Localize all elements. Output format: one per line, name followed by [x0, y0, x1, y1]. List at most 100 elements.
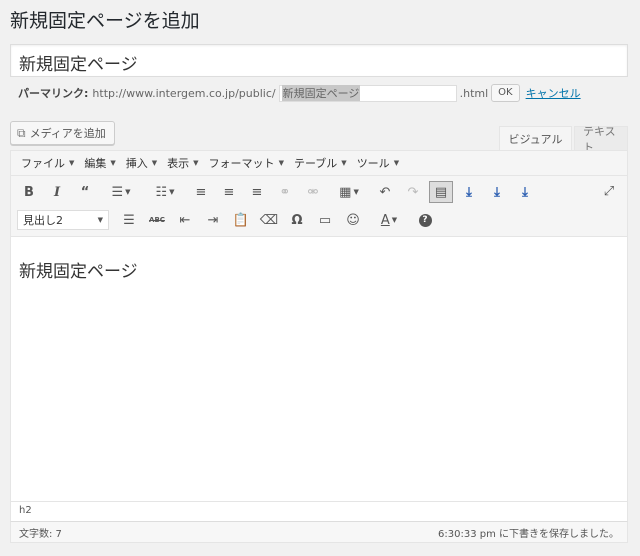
align-right-button[interactable]: ≡	[243, 179, 271, 205]
menu-view[interactable]: 表示 ▼	[162, 155, 203, 171]
tab-visual[interactable]: ビジュアル	[499, 126, 572, 150]
title-input[interactable]: 新規固定ページ	[10, 44, 628, 77]
align-center-icon: ≡	[223, 184, 235, 200]
chevron-down-icon: ▼	[193, 159, 199, 167]
blockquote-button[interactable]: “	[71, 179, 99, 205]
menu-file[interactable]: ファイル ▼	[16, 155, 79, 171]
special-character-button[interactable]: Ω	[283, 207, 311, 233]
cancel-link[interactable]: キャンセル	[526, 85, 581, 101]
menu-table-label: テーブル	[293, 157, 338, 170]
menu-insert[interactable]: 挿入 ▼	[121, 155, 162, 171]
align-left-button[interactable]: ≡	[187, 179, 215, 205]
media-icon: ⧉	[17, 125, 26, 140]
italic-button[interactable]: I	[43, 179, 71, 205]
slug-input[interactable]: 新規固定ページ	[278, 84, 457, 102]
format-select[interactable]: 見出し2 ▼	[17, 210, 109, 230]
content-heading: 新規固定ページ	[19, 262, 138, 282]
page-break-icon: ⤓	[494, 184, 500, 200]
text-color-button[interactable]: A ▼	[367, 207, 411, 233]
menu-view-label: 表示	[167, 157, 190, 170]
indent-icon: ⇥	[207, 212, 219, 228]
insert-more-button[interactable]: ⤓	[455, 179, 483, 205]
chevron-down-icon: ▼	[97, 216, 103, 224]
permalink-base-url: http://www.intergem.co.jp/public/	[92, 86, 276, 100]
post-status-info: 文字数: 7 6:30:33 pm に下書きを保存しました。	[10, 521, 628, 543]
chevron-down-icon: ▼	[69, 159, 75, 167]
keyboard-icon: ▤	[434, 184, 448, 200]
insert-read-more-button[interactable]: ▭	[311, 207, 339, 233]
ok-button[interactable]: OK	[491, 84, 520, 102]
menu-table[interactable]: テーブル ▼	[289, 155, 352, 171]
permalink-row: パーマリンク: http://www.intergem.co.jp/public…	[18, 84, 581, 102]
bold-button[interactable]: B	[15, 179, 43, 205]
numbered-list-button[interactable]: ☷ ▼	[143, 179, 187, 205]
chevron-down-icon: ▼	[341, 159, 347, 167]
chevron-down-icon: ▼	[393, 159, 400, 167]
permalink-label: パーマリンク:	[18, 87, 89, 100]
menu-tools[interactable]: ツール ▼	[352, 155, 404, 171]
align-center-button[interactable]: ≡	[215, 179, 243, 205]
chevron-down-icon: ▼	[169, 188, 175, 196]
align-right-icon: ≡	[251, 184, 263, 200]
outdent-icon: ⇤	[179, 212, 191, 228]
add-media-button[interactable]: ⧉ メディアを追加	[10, 121, 115, 145]
add-media-label: メディアを追加	[29, 127, 106, 140]
editor: ファイル ▼ 編集 ▼ 挿入 ▼ 表示 ▼ フォーマット ▼ テーブル ▼ ツール ▼ B I…	[10, 150, 628, 543]
toolbar-row-1: B I “ ☰ ▼ ☷ ▼ ≡ ≡ ≡ ⚭ ⚮ ▦ ▼ ↶ ↷ ▤ ⤓ ⤓ ⤓	[15, 178, 539, 206]
indent-button[interactable]: ⇥	[199, 207, 227, 233]
menu-edit[interactable]: 編集 ▼	[79, 155, 120, 171]
clear-formatting-button[interactable]: ⌫	[255, 207, 283, 233]
insert-page-break-button[interactable]: ⤓	[483, 179, 511, 205]
toolbar-row-2: 見出し2 ▼ ☰ ABC ⇤ ⇥ 📋 ⌫ Ω ▭ ☺ A ▼ ?	[15, 206, 439, 234]
menu-file-label: ファイル	[21, 157, 65, 170]
strikethrough-button[interactable]: ABC	[143, 207, 171, 233]
horizontal-line-icon: ☰	[123, 212, 135, 228]
undo-icon: ↶	[379, 184, 391, 200]
next-page-icon: ⤓	[522, 184, 528, 200]
chevron-down-icon: ▼	[125, 188, 131, 196]
outdent-button[interactable]: ⇤	[171, 207, 199, 233]
menu-format[interactable]: フォーマット ▼	[204, 155, 289, 171]
insert-next-page-button[interactable]: ⤓	[511, 179, 539, 205]
bullet-list-button[interactable]: ☰ ▼	[99, 179, 143, 205]
autosave-status: 6:30:33 pm に下書きを保存しました。	[438, 528, 619, 540]
menu-edit-label: 編集	[84, 157, 107, 170]
tab-text[interactable]: テキスト	[574, 125, 628, 154]
editor-content[interactable]: 新規固定ページ	[11, 237, 627, 501]
chevron-down-icon: ▼	[353, 188, 359, 196]
help-button[interactable]: ?	[411, 207, 439, 233]
toolbar-toggle-button[interactable]: ▤	[429, 181, 453, 203]
redo-button[interactable]: ↷	[399, 179, 427, 205]
remove-link-button[interactable]: ⚮	[299, 179, 327, 205]
fullscreen-icon: ⤢	[603, 183, 615, 199]
paste-text-button[interactable]: 📋	[227, 207, 255, 233]
bullet-list-icon: ☰	[111, 184, 124, 200]
table-icon: ▦	[339, 184, 352, 200]
read-more-icon: ▭	[318, 212, 332, 228]
clipboard-icon: 📋	[232, 212, 250, 228]
align-left-icon: ≡	[195, 184, 207, 200]
undo-button[interactable]: ↶	[371, 179, 399, 205]
slug-value: 新規固定ページ	[281, 85, 361, 101]
page-title: 新規固定ページを追加	[10, 10, 200, 32]
text-color-icon: A	[380, 212, 390, 228]
table-button[interactable]: ▦ ▼	[327, 179, 371, 205]
permalink-suffix: .html	[459, 86, 489, 100]
menu-tools-label: ツール	[356, 157, 390, 170]
horizontal-line-button[interactable]: ☰	[115, 207, 143, 233]
eraser-icon: ⌫	[259, 212, 279, 228]
format-select-value: 見出し2	[23, 214, 63, 227]
menu-format-label: フォーマット	[208, 157, 275, 170]
menu-insert-label: 挿入	[125, 157, 148, 170]
chevron-down-icon: ▼	[151, 159, 158, 167]
help-icon: ?	[418, 213, 432, 227]
word-count: 文字数: 7	[19, 528, 62, 540]
chevron-down-icon: ▼	[110, 159, 116, 167]
editor-toolbar: B I “ ☰ ▼ ☷ ▼ ≡ ≡ ≡ ⚭ ⚮ ▦ ▼ ↶ ↷ ▤ ⤓ ⤓ ⤓ ⤢ 見…	[11, 176, 627, 237]
emoticons-button[interactable]: ☺	[339, 207, 367, 233]
insert-link-button[interactable]: ⚭	[271, 179, 299, 205]
fullscreen-button[interactable]: ⤢	[595, 178, 623, 204]
editor-path: h2	[11, 501, 627, 521]
numbered-list-icon: ☷	[155, 184, 168, 200]
unlink-icon: ⚮	[307, 184, 319, 200]
